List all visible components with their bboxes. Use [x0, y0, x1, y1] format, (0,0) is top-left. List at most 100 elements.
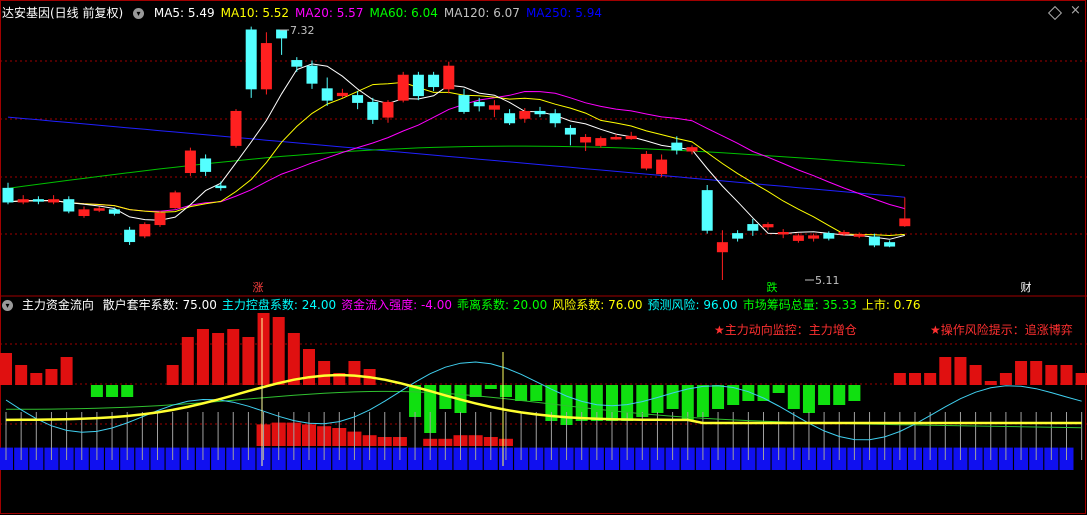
- flow-bar: [121, 385, 134, 397]
- flow-bar: [212, 333, 225, 385]
- moving-average-lines: [7, 63, 905, 240]
- candle: [640, 151, 652, 171]
- indicator-legend-item: 市场筹码总量: 35.33: [742, 298, 857, 312]
- flow-bar: [30, 373, 43, 385]
- candle: [184, 147, 196, 176]
- flow-bar: [318, 361, 331, 385]
- candle: [17, 195, 29, 205]
- candle: [549, 109, 561, 128]
- flow-bar: [712, 385, 725, 409]
- high-price-label: 7.32: [290, 24, 315, 37]
- ma-legend-item: MA10: 5.52: [220, 6, 290, 20]
- candle: [260, 32, 272, 95]
- candle: [458, 88, 470, 114]
- flow-bar: [969, 365, 982, 385]
- candle: [686, 145, 698, 155]
- ma-legend-item: MA5: 5.49: [153, 6, 215, 20]
- cai-marker: 财: [1021, 280, 1032, 294]
- close-icon[interactable]: ×: [1070, 4, 1081, 18]
- candle: [534, 106, 546, 118]
- candlestick-series: [2, 26, 911, 280]
- flow-bar: [287, 333, 300, 385]
- low-price-label: 5.11: [815, 274, 840, 287]
- flow-bar: [954, 357, 967, 385]
- risk-alert: ★操作风险提示：追涨博弈: [930, 323, 1073, 337]
- die-marker: 跌: [767, 280, 778, 294]
- collapse-icon[interactable]: ▾: [133, 8, 145, 19]
- candle: [899, 197, 911, 227]
- flow-bar: [242, 337, 255, 385]
- ma10-line: [7, 81, 905, 237]
- flow-bar: [802, 385, 815, 413]
- flow-bar: [787, 385, 800, 409]
- flow-bar: [924, 373, 937, 385]
- indicator-legend-item: 主力控盘系数: 24.00: [221, 298, 337, 312]
- flow-bar: [272, 317, 285, 385]
- ma60-line: [7, 145, 905, 189]
- candle: [139, 222, 151, 239]
- ma250-line: [7, 116, 905, 198]
- candle: [93, 206, 105, 213]
- flow-bar: [257, 313, 270, 385]
- flow-bar: [833, 385, 846, 405]
- flow-bar: [909, 373, 921, 385]
- zhang-marker: 涨: [253, 281, 264, 294]
- candle: [32, 196, 44, 205]
- candle: [154, 210, 166, 227]
- candle: [367, 97, 379, 124]
- ma-legend-item: MA120: 6.07: [443, 6, 520, 20]
- flow-bar: [818, 385, 831, 405]
- candle: [488, 100, 500, 118]
- price-panel-header: 达安基因(日线 前复权) ▾ MA5: 5.49 MA10: 5.52 MA20: …: [2, 4, 614, 22]
- flow-bar: [45, 369, 58, 385]
- candle: [321, 77, 333, 106]
- candle: [245, 26, 257, 98]
- chart-canvas[interactable]: 涨 跌 财 7.32 5.11: [0, 0, 1087, 515]
- flow-bar: [939, 357, 952, 385]
- candle: [701, 184, 713, 234]
- candle: [428, 71, 440, 92]
- candle: [230, 109, 242, 148]
- candle: [884, 240, 896, 248]
- candle: [732, 230, 744, 242]
- flow-bar: [60, 357, 73, 385]
- candle: [595, 136, 607, 148]
- flow-bar: [1030, 361, 1043, 385]
- flow-bar: [1060, 365, 1073, 385]
- indicator-legend-item: 上市: 0.76: [861, 298, 921, 312]
- flow-bar: [1075, 373, 1087, 385]
- candle: [808, 233, 820, 242]
- candle: [352, 91, 364, 110]
- candle: [215, 181, 227, 191]
- flow-bar: [666, 385, 679, 409]
- indicator-legend: 散户套牢系数: 75.00 主力控盘系数: 24.00 资金流入强度: -4.00 乖…: [103, 298, 926, 312]
- flow-bar: [984, 381, 997, 385]
- flow-bar: [15, 365, 28, 385]
- flow-bar: [499, 385, 512, 397]
- indicator-title: 主力资金流向: [21, 298, 94, 312]
- flow-bar: [90, 385, 103, 397]
- flow-bar: [106, 385, 119, 397]
- indicator-legend-item: 预测风险: 96.00: [647, 298, 738, 312]
- candle: [443, 61, 455, 94]
- flow-bar: [1015, 361, 1028, 385]
- candle: [48, 195, 60, 205]
- candle: [504, 109, 516, 126]
- flow-bar: [348, 361, 361, 385]
- flow-bar: [530, 385, 543, 401]
- candle: [78, 206, 90, 218]
- ma5-line: [7, 63, 905, 240]
- candle: [777, 229, 789, 239]
- indicator-legend-item: 资金流入强度: -4.00: [341, 298, 453, 312]
- candle: [564, 125, 576, 146]
- flow-bar: [893, 373, 906, 385]
- ma-legend-item: MA250: 5.94: [525, 6, 602, 20]
- indicator-legend-item: 乖离系数: 20.00: [457, 298, 548, 312]
- flow-bar: [0, 353, 12, 385]
- candle: [853, 232, 865, 239]
- flow-bar: [303, 349, 315, 385]
- ma-legend-item: MA60: 6.04: [369, 6, 438, 20]
- candle: [792, 233, 804, 243]
- collapse-icon[interactable]: ▾: [2, 300, 13, 311]
- candle: [200, 154, 212, 176]
